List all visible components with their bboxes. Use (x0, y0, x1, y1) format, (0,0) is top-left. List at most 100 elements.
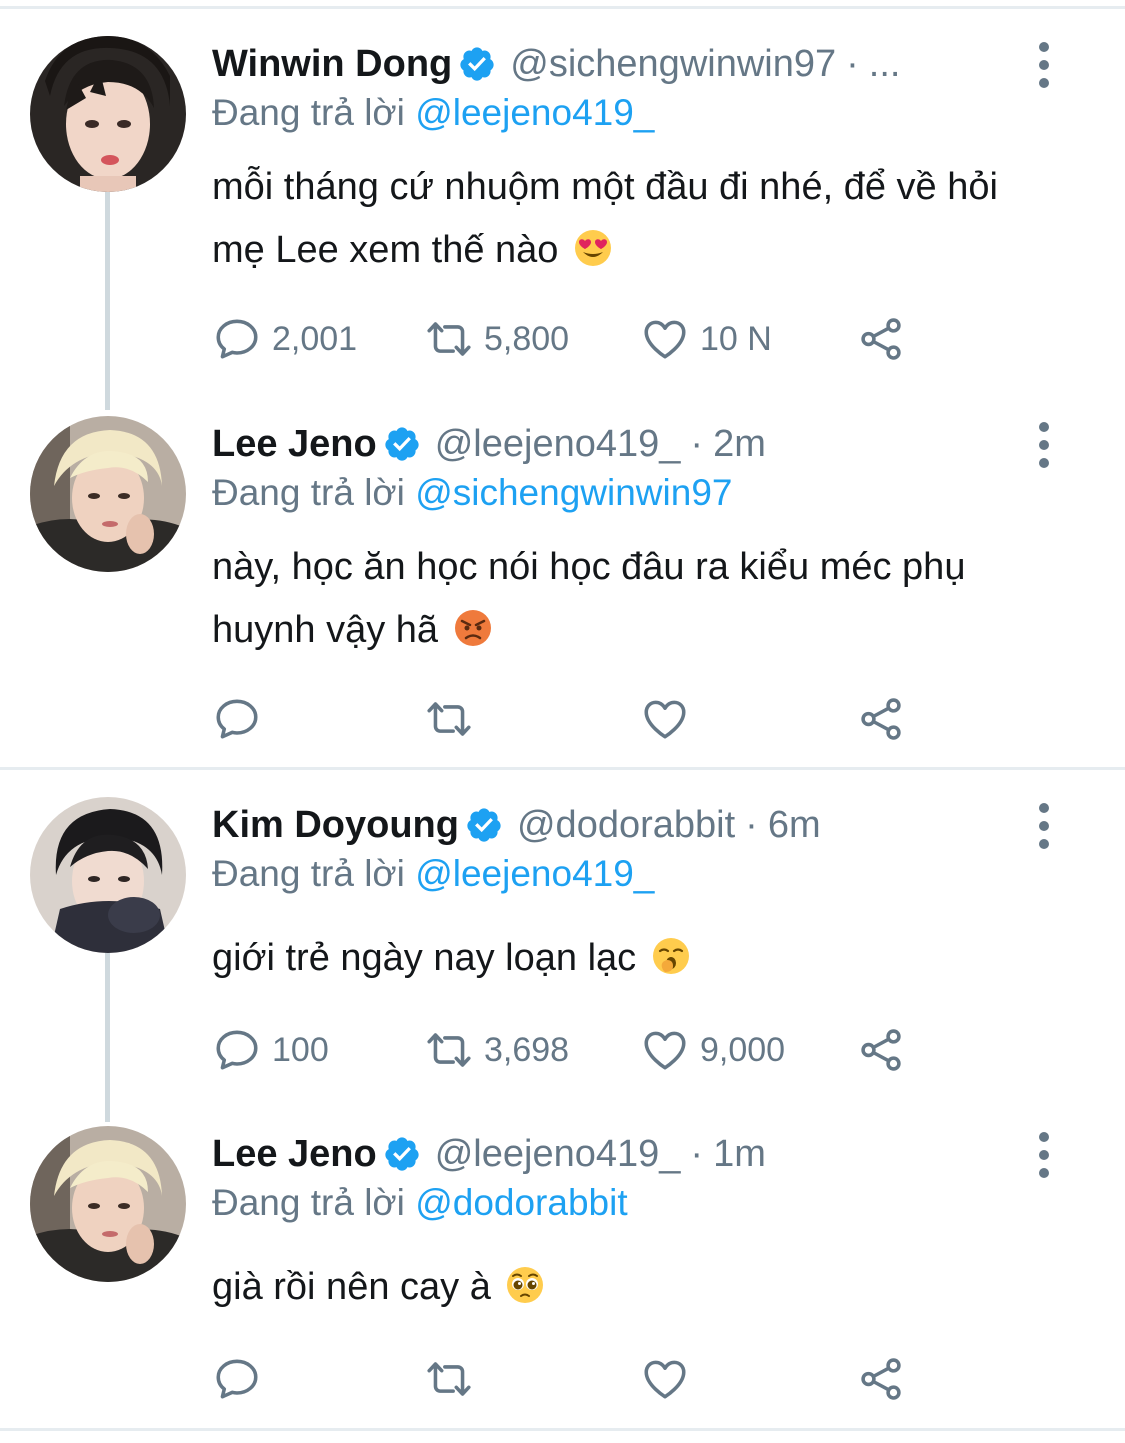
tweet-text-content: già rồi nên cay à (212, 1266, 491, 1308)
tweet-actions (212, 691, 932, 747)
tweet-text: giới trẻ ngày nay loạn lạc (212, 927, 1042, 990)
tweet-text: già rồi nên cay à (212, 1256, 1042, 1319)
tweet-text: mỗi tháng cứ nhuộm một đầu đi nhé, để về… (212, 156, 1042, 282)
reply-icon (212, 1354, 262, 1404)
yawning-face-emoji (651, 936, 691, 976)
more-options-icon[interactable] (1025, 801, 1063, 851)
share-button[interactable] (856, 1351, 906, 1407)
timestamp[interactable]: 6m (768, 804, 821, 847)
share-icon (856, 314, 906, 364)
pleading-face-emoji (505, 1265, 545, 1305)
like-button[interactable] (640, 1351, 700, 1407)
share-button[interactable] (856, 691, 906, 747)
replying-to: Đang trả lời @leejeno419_ (212, 92, 654, 134)
user-handle[interactable]: @sichengwinwin97 (510, 43, 836, 86)
display-name[interactable]: Winwin Dong (212, 43, 452, 86)
more-options-icon[interactable] (1025, 40, 1063, 90)
like-count: 9,000 (700, 1030, 786, 1069)
share-icon (856, 1354, 906, 1404)
tweet-text-content: này, học ăn học nói học đâu ra kiểu méc … (212, 546, 966, 651)
reply-mention-link[interactable]: @sichengwinwin97 (415, 472, 732, 513)
tweet-actions: 2,001 5,800 10 N (212, 311, 932, 367)
bottom-divider (0, 1428, 1125, 1431)
avatar[interactable] (30, 797, 186, 953)
replying-to-label: Đang trả lời (212, 92, 405, 133)
like-button[interactable] (640, 691, 700, 747)
tweet-text-content: giới trẻ ngày nay loạn lạc (212, 937, 637, 979)
thread-connector-line (105, 952, 110, 1122)
retweet-button[interactable] (424, 691, 484, 747)
reply-button[interactable] (212, 1351, 272, 1407)
tweet-header: Lee Jeno @leejeno419_ · 1m (212, 1126, 766, 1182)
angry-face-emoji (453, 608, 493, 648)
more-options-icon[interactable] (1025, 420, 1063, 470)
timestamp[interactable]: ... (869, 43, 901, 86)
heart-icon (640, 1025, 690, 1075)
reply-button[interactable]: 100 (212, 1022, 329, 1078)
like-button[interactable]: 9,000 (640, 1022, 785, 1078)
reply-mention-link[interactable]: @dodorabbit (415, 1182, 627, 1223)
retweet-button[interactable] (424, 1351, 484, 1407)
retweet-icon (424, 314, 474, 364)
display-name[interactable]: Kim Doyoung (212, 804, 459, 847)
retweet-icon (424, 1354, 474, 1404)
verified-badge-icon (383, 425, 421, 463)
reply-icon (212, 1025, 262, 1075)
separator-dot: · (745, 803, 758, 846)
tweet-actions: 100 3,698 9,000 (212, 1022, 932, 1078)
reply-button[interactable] (212, 691, 272, 747)
replying-to-label: Đang trả lời (212, 853, 405, 894)
replying-to: Đang trả lời @sichengwinwin97 (212, 472, 732, 514)
more-options-icon[interactable] (1025, 1130, 1063, 1180)
timestamp[interactable]: 1m (713, 1133, 766, 1176)
separator-dot: · (846, 42, 859, 85)
avatar[interactable] (30, 416, 186, 572)
separator-dot: · (690, 422, 704, 465)
retweet-count: 3,698 (484, 1030, 570, 1069)
avatar[interactable] (30, 36, 186, 192)
timestamp[interactable]: 2m (713, 423, 766, 466)
tweet-header: Winwin Dong @sichengwinwin97 · ... (212, 36, 900, 92)
retweet-button[interactable]: 3,698 (424, 1022, 569, 1078)
replying-to-label: Đang trả lời (212, 1182, 405, 1223)
reply-count: 100 (272, 1030, 329, 1069)
reply-icon (212, 694, 262, 744)
top-divider (0, 6, 1125, 9)
user-handle[interactable]: @dodorabbit (517, 804, 735, 847)
retweet-count: 5,800 (484, 319, 570, 358)
like-count: 10 N (700, 319, 772, 358)
tweet-header: Lee Jeno @leejeno419_ · 2m (212, 416, 766, 472)
like-button[interactable]: 10 N (640, 311, 772, 367)
heart-eyes-emoji (573, 228, 613, 268)
display-name[interactable]: Lee Jeno (212, 1133, 377, 1176)
heart-icon (640, 1354, 690, 1404)
tweet-text: này, học ăn học nói học đâu ra kiểu méc … (212, 536, 1042, 662)
thread-divider (0, 767, 1125, 770)
heart-icon (640, 694, 690, 744)
share-button[interactable] (856, 311, 906, 367)
separator-dot: · (690, 1132, 704, 1175)
retweet-icon (424, 694, 474, 744)
tweet-actions (212, 1351, 932, 1407)
avatar[interactable] (30, 1126, 186, 1282)
verified-badge-icon (465, 806, 503, 844)
reply-mention-link[interactable]: @leejeno419_ (415, 92, 654, 133)
replying-to-label: Đang trả lời (212, 472, 405, 513)
verified-badge-icon (383, 1135, 421, 1173)
user-handle[interactable]: @leejeno419_ (435, 423, 681, 466)
heart-icon (640, 314, 690, 364)
replying-to: Đang trả lời @dodorabbit (212, 1182, 628, 1224)
reply-mention-link[interactable]: @leejeno419_ (415, 853, 654, 894)
display-name[interactable]: Lee Jeno (212, 423, 377, 466)
share-icon (856, 1025, 906, 1075)
share-button[interactable] (856, 1022, 906, 1078)
replying-to: Đang trả lời @leejeno419_ (212, 853, 654, 895)
verified-badge-icon (458, 45, 496, 83)
reply-button[interactable]: 2,001 (212, 311, 357, 367)
retweet-button[interactable]: 5,800 (424, 311, 569, 367)
reply-icon (212, 314, 262, 364)
user-handle[interactable]: @leejeno419_ (435, 1133, 681, 1176)
retweet-icon (424, 1025, 474, 1075)
reply-count: 2,001 (272, 319, 358, 358)
thread-connector-line (105, 190, 110, 410)
